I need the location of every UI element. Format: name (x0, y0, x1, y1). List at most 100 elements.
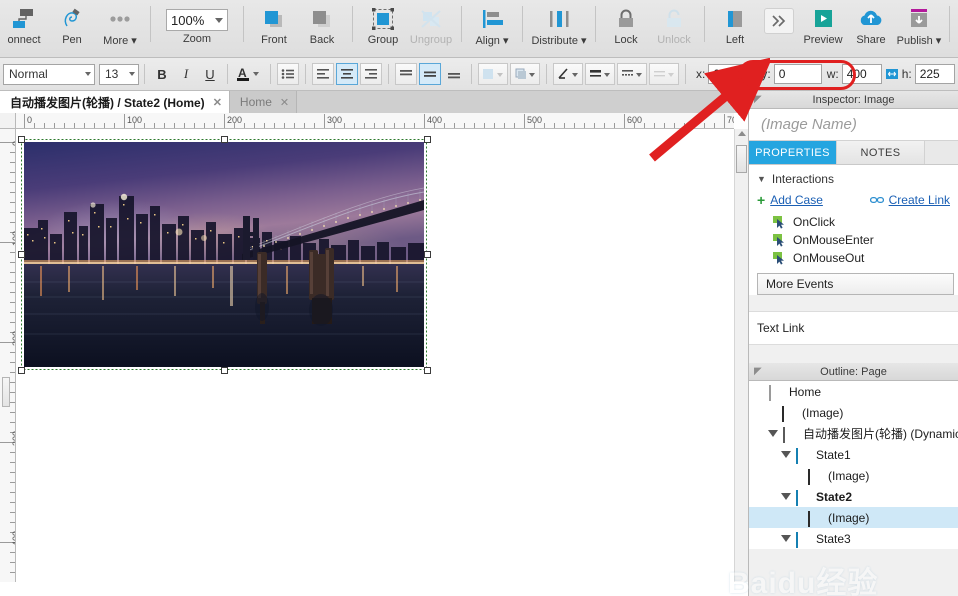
tab-notes[interactable]: NOTES (837, 141, 925, 164)
toolbar-front-button[interactable]: Front (250, 0, 298, 46)
toolbar-overflow-button[interactable] (759, 0, 799, 34)
scrollbar-thumb[interactable] (736, 145, 747, 173)
chevron-down-icon: ▼ (757, 174, 766, 184)
interactions-actions: + Add Case Create Link (749, 191, 958, 213)
tab-properties[interactable]: PROPERTIES (749, 141, 837, 164)
toolbar-pen-button[interactable]: Pen (48, 0, 96, 46)
toolbar-align-button[interactable]: Align ▾ (468, 0, 516, 47)
interactions-section-header[interactable]: ▼ Interactions (749, 165, 958, 191)
resize-handle-s[interactable] (221, 367, 228, 374)
outline-tree[interactable]: Home(Image)自动播发图片(轮播) (Dynamic PanState1… (749, 381, 958, 549)
outline-row[interactable]: (Image) (749, 507, 958, 528)
font-size-select[interactable]: 13 (99, 64, 139, 85)
bullet-list-button[interactable] (277, 63, 299, 85)
image-widget[interactable] (24, 142, 424, 367)
format-divider-1 (144, 64, 145, 84)
ruler-tick (564, 123, 565, 128)
design-canvas[interactable] (16, 129, 734, 582)
collapse-icon[interactable]: ◤ (754, 94, 762, 105)
outline-row[interactable]: (Image) (749, 402, 958, 423)
close-icon[interactable]: ✕ (280, 96, 289, 109)
toolbar-divider-1 (150, 6, 151, 42)
toolbar-ungroup-button[interactable]: Ungroup (407, 0, 455, 46)
line-style-button[interactable] (617, 63, 647, 85)
event-row-onmouseenter[interactable]: OnMouseEnter (749, 231, 958, 249)
italic-button[interactable]: I (175, 63, 197, 85)
triangle-expanded-icon[interactable] (781, 535, 791, 542)
toolbar-divider-3 (352, 6, 353, 42)
shadow-button[interactable] (510, 63, 540, 85)
image-name-input[interactable]: (Image Name) (749, 109, 958, 141)
collapse-icon[interactable]: ◤ (754, 366, 762, 377)
tab-state2-home[interactable]: 自动播发图片(轮播) / State2 (Home) ✕ (0, 91, 230, 113)
resize-handle-sw[interactable] (18, 367, 25, 374)
valign-top-button[interactable] (395, 63, 417, 85)
outline-row[interactable]: 自动播发图片(轮播) (Dynamic Pan (749, 423, 958, 444)
align-text-left-button[interactable] (312, 63, 334, 85)
chevron-down-icon (85, 72, 91, 76)
outline-row[interactable]: State2 (749, 486, 958, 507)
resize-handle-nw[interactable] (18, 136, 25, 143)
toolbar-connect-button[interactable]: onnect (0, 0, 48, 46)
h-input[interactable] (915, 64, 955, 84)
x-input[interactable] (708, 64, 756, 84)
toolbar-share-button[interactable]: Share (847, 0, 895, 46)
triangle-expanded-icon[interactable] (781, 493, 791, 500)
horizontal-ruler: 0100200300400500600700 (16, 113, 734, 129)
outline-row[interactable]: State1 (749, 444, 958, 465)
toolbar-group-button[interactable]: Group (359, 0, 407, 46)
toolbar-publish-button[interactable]: Publish ▾ (895, 0, 943, 47)
ruler-tick (244, 123, 245, 128)
toolbar-distribute-label: Distribute ▾ (531, 34, 586, 47)
more-events-button[interactable]: More Events (757, 273, 954, 295)
scroll-up-icon[interactable] (738, 131, 746, 136)
toolbar-preview-button[interactable]: Preview (799, 0, 847, 46)
canvas-left-gutter (0, 129, 16, 582)
valign-bottom-button[interactable] (443, 63, 465, 85)
outline-row[interactable]: State3 (749, 528, 958, 549)
triangle-expanded-icon[interactable] (768, 430, 778, 437)
event-row-onclick[interactable]: OnClick (749, 213, 958, 231)
valign-middle-button[interactable] (419, 63, 441, 85)
triangle-expanded-icon[interactable] (781, 451, 791, 458)
align-text-center-button[interactable] (336, 63, 358, 85)
resize-handle-w[interactable] (18, 251, 25, 258)
toolbar-back-button[interactable]: Back (298, 0, 346, 46)
zoom-select[interactable]: 100% (166, 9, 228, 31)
resize-handle-n[interactable] (221, 136, 228, 143)
y-input[interactable] (774, 64, 822, 84)
text-style-select[interactable]: Normal (3, 64, 95, 85)
close-icon[interactable]: ✕ (213, 96, 222, 109)
toolbar-lock-button[interactable]: Lock (602, 0, 650, 46)
tab-home[interactable]: Home ✕ (230, 91, 297, 113)
line-color-button[interactable] (553, 63, 583, 85)
text-link-section[interactable]: Text Link (749, 311, 958, 345)
font-color-button[interactable]: A (234, 63, 264, 85)
toolbar-distribute-button[interactable]: Distribute ▾ (529, 0, 589, 47)
canvas-vertical-scrollbar[interactable] (734, 129, 748, 582)
resize-handle-ne[interactable] (424, 136, 431, 143)
fill-color-button[interactable] (478, 63, 508, 85)
toolbar-unlock-button[interactable]: Unlock (650, 0, 698, 46)
outline-row[interactable]: Home (749, 381, 958, 402)
resize-handle-se[interactable] (424, 367, 431, 374)
ruler-tick (354, 123, 355, 128)
arrow-style-button[interactable] (649, 63, 679, 85)
event-row-onmouseout[interactable]: OnMouseOut (749, 249, 958, 267)
resize-handle-e[interactable] (424, 251, 431, 258)
canvas-pane-splitter[interactable] (2, 377, 10, 407)
create-link-link[interactable]: Create Link (889, 193, 950, 207)
toolbar-publish-text: Publish (897, 35, 933, 47)
toolbar-more-button[interactable]: More ▾ (96, 0, 144, 47)
toolbar-left-button[interactable]: Left (711, 0, 759, 46)
bold-button[interactable]: B (151, 63, 173, 85)
underline-button[interactable]: U (199, 63, 221, 85)
align-text-right-button[interactable] (360, 63, 382, 85)
w-input[interactable] (842, 64, 882, 84)
svg-text:A: A (238, 66, 247, 80)
link-aspect-icon[interactable] (885, 67, 899, 81)
connect-icon (11, 6, 37, 32)
add-case-link[interactable]: Add Case (770, 193, 823, 207)
outline-row[interactable]: (Image) (749, 465, 958, 486)
line-width-button[interactable] (585, 63, 615, 85)
